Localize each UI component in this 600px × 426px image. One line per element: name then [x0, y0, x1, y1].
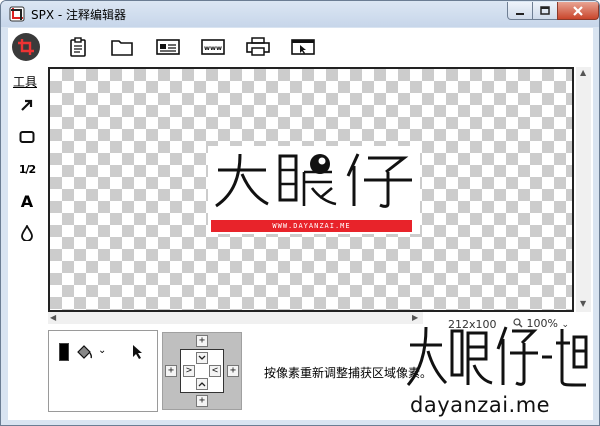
text-icon: A — [20, 191, 34, 211]
card-button[interactable] — [153, 36, 183, 58]
color-swatch[interactable] — [59, 343, 69, 361]
toolbar: www — [8, 28, 593, 66]
shrink-top-button[interactable] — [196, 352, 208, 364]
printer-icon — [246, 37, 270, 56]
captured-image[interactable]: WWW.DAYANZAI.ME — [208, 146, 420, 234]
crop-icon — [18, 39, 34, 55]
arrow-icon — [21, 99, 33, 111]
blur-drop-icon — [21, 225, 33, 241]
scroll-right-icon[interactable]: ▶ — [412, 313, 418, 322]
chevron-down-icon — [198, 355, 206, 360]
window-icon — [291, 39, 315, 55]
tool-text[interactable]: A — [16, 190, 38, 212]
number-icon: 1/2 — [18, 162, 36, 176]
scroll-up-icon[interactable]: ▲ — [580, 68, 586, 77]
rectangle-icon — [19, 131, 35, 143]
minimize-icon — [516, 12, 524, 15]
horizontal-scrollbar[interactable]: ◀ ▶ — [48, 312, 423, 324]
crop-button[interactable] — [12, 33, 40, 61]
www-icon: www — [201, 39, 225, 55]
expand-bottom-button[interactable]: + — [196, 395, 208, 407]
image-canvas[interactable]: WWW.DAYANZAI.ME — [48, 67, 574, 312]
close-button[interactable] — [557, 2, 599, 20]
tool-number[interactable]: 1/2 — [16, 158, 38, 180]
open-folder-button[interactable] — [107, 36, 137, 58]
tool-blur[interactable] — [16, 222, 38, 244]
shrink-left-button[interactable]: > — [183, 365, 195, 377]
style-box: ⌄ — [48, 330, 158, 412]
title-bar[interactable]: SPX - 注释编辑器 — [1, 1, 599, 27]
expand-top-button[interactable]: + — [196, 335, 208, 347]
expand-right-button[interactable]: + — [227, 365, 239, 377]
resize-inner-frame: > < — [180, 349, 224, 393]
send-to-window-button[interactable] — [288, 36, 318, 58]
folder-icon — [111, 40, 133, 56]
expand-left-button[interactable]: + — [165, 365, 177, 377]
app-icon — [9, 6, 25, 22]
tools-panel: 工具 1/2 A — [8, 68, 46, 328]
chevron-up-icon — [198, 382, 206, 387]
scroll-down-icon[interactable]: ▼ — [580, 299, 586, 308]
logo-url-banner: WWW.DAYANZAI.ME — [211, 220, 412, 232]
scroll-left-icon[interactable]: ◀ — [50, 313, 56, 322]
editor-client-area: www 工具 1/2 A WWW.DAYANZAI.ME ▲ ▼ ◀ ▶ 212… — [8, 28, 593, 420]
watermark-url: dayanzai.me — [410, 393, 551, 417]
web-upload-button[interactable]: www — [198, 36, 228, 58]
paint-bucket-icon[interactable] — [75, 343, 93, 361]
maximize-icon — [540, 5, 550, 15]
window-title: SPX - 注释编辑器 — [31, 8, 127, 22]
clipboard-button[interactable] — [63, 36, 93, 58]
pointer-icon[interactable] — [131, 344, 145, 360]
clipboard-icon — [70, 37, 86, 57]
tools-label: 工具 — [13, 75, 38, 89]
shrink-right-button[interactable]: < — [209, 365, 221, 377]
watermark: dayanzai.me — [406, 323, 596, 423]
close-icon — [573, 5, 583, 16]
annotation-editor-window: SPX - 注释编辑器 www 工具 1/2 A WWW.DAYANZAI.ME… — [0, 0, 600, 426]
maximize-button[interactable] — [532, 2, 558, 20]
tool-arrow[interactable] — [16, 94, 38, 116]
card-icon — [156, 39, 180, 55]
vertical-scrollbar[interactable]: ▲ ▼ — [576, 67, 591, 312]
watermark-logo — [406, 326, 588, 387]
minimize-button[interactable] — [507, 2, 533, 20]
shrink-bottom-button[interactable] — [196, 378, 208, 390]
logo-graphic — [215, 153, 412, 208]
tool-rectangle[interactable] — [16, 126, 38, 148]
resize-pad: + + + + > < — [162, 332, 242, 410]
svg-text:www: www — [204, 44, 222, 52]
print-button[interactable] — [243, 36, 273, 58]
chevron-down-icon[interactable]: ⌄ — [98, 345, 106, 356]
